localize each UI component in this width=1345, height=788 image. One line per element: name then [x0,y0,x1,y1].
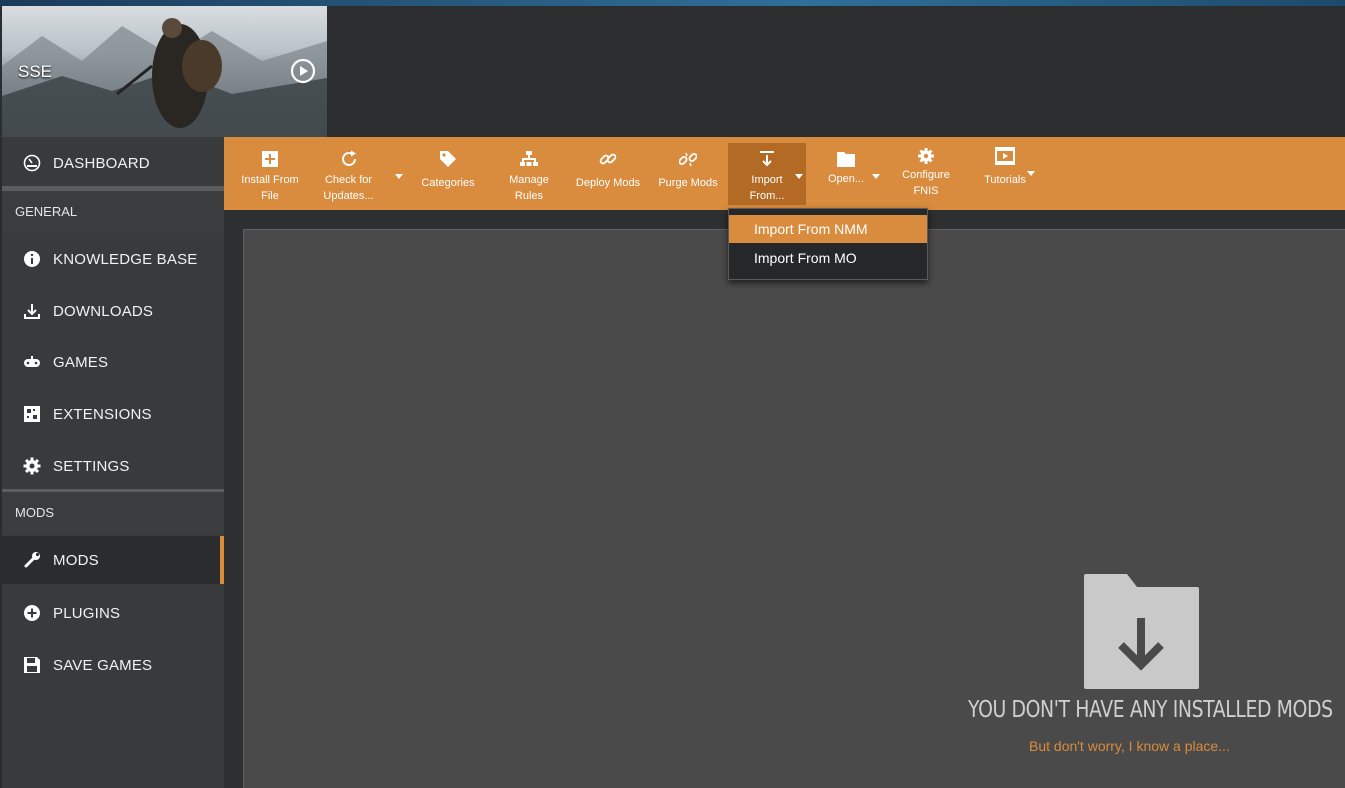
plus-square-icon [260,149,280,169]
button-label: Import [751,174,783,186]
button-label: Purge Mods [658,177,718,189]
button-label: Check for [324,174,373,186]
install-from-file-button[interactable]: Install From File [232,143,308,205]
empty-state-title: YOU DON'T HAVE ANY INSTALLED MODS [968,697,1333,723]
refresh-icon [339,149,359,169]
sidebar-item-label: EXTENSIONS [53,405,152,423]
sidebar-item-label: SETTINGS [53,457,130,475]
check-updates-dropdown-caret[interactable] [395,174,403,179]
sidebar-item-knowledge-base[interactable]: KNOWLEDGE BASE [2,235,224,283]
purge-mods-button[interactable]: Purge Mods [654,143,722,205]
link-icon [598,149,618,169]
mods-toolbar: Install From File Check for Updates... Cat… [224,137,1345,210]
button-label: Manage [509,174,549,186]
game-name: SSE [18,62,53,81]
sidebar-item-label: SAVE GAMES [53,656,153,674]
sidebar-item-label: KNOWLEDGE BASE [53,250,198,268]
gear-icon [916,146,936,166]
sidebar-item-save-games[interactable]: SAVE GAMES [2,641,224,689]
categories-button[interactable]: Categories [414,143,482,205]
unlink-icon [678,149,698,169]
button-label: Updates... [323,190,374,202]
sidebar-item-label: DASHBOARD [53,154,150,172]
sidebar-item-games[interactable]: GAMES [2,338,224,386]
button-label: Rules [514,190,544,202]
sidebar-item-downloads[interactable]: DOWNLOADS [2,287,224,335]
sidebar-item-mods[interactable]: MODS [2,536,224,584]
manage-rules-button[interactable]: Manage Rules [496,143,562,205]
sidebar-item-label: PLUGINS [53,604,121,622]
button-label: From... [749,190,785,202]
menu-item-label: Import From NMM [754,221,868,237]
tag-icon [438,149,458,169]
sidebar-item-dashboard[interactable]: DASHBOARD [2,139,224,187]
section-label: MODS [15,505,54,520]
header-bar: SSE [0,6,1345,137]
sidebar: DASHBOARD GENERAL KNOWLEDGE BASE DOWNLOA… [2,137,224,788]
button-label: FNIS [913,185,939,197]
button-label: Open... [827,173,865,185]
sidebar-item-plugins[interactable]: PLUGINS [2,589,224,637]
tutorials-dropdown-caret[interactable] [1027,171,1035,176]
button-label: Configure [902,169,950,181]
configure-fnis-button[interactable]: Configure FNIS [892,143,960,205]
button-label: Tutorials [984,174,1026,186]
open-button[interactable]: Open... [822,143,870,205]
wrench-icon [22,550,42,570]
section-header-general: GENERAL [2,188,224,234]
open-dropdown-caret[interactable] [872,174,880,179]
import-dropdown-caret[interactable] [795,174,803,179]
section-label: GENERAL [15,204,78,219]
sitemap-icon [519,149,539,169]
button-label: File [261,190,279,202]
gamepad-icon [22,352,42,372]
download-icon [22,301,42,321]
button-label: Deploy Mods [575,177,641,189]
deploy-mods-button[interactable]: Deploy Mods [572,143,644,205]
check-for-updates-button[interactable]: Check for Updates... [316,143,381,205]
menu-item-import-from-nmm[interactable]: Import From NMM [729,215,927,243]
gear-icon [22,456,42,476]
menu-item-label: Import From MO [754,250,857,266]
download-folder-icon [1084,574,1199,689]
game-thumbnail[interactable]: SSE [2,6,327,137]
section-header-mods: MODS [2,489,224,535]
info-icon [22,249,42,269]
import-icon [757,149,777,169]
tutorials-button[interactable]: Tutorials [976,143,1034,205]
sidebar-item-extensions[interactable]: EXTENSIONS [2,390,224,438]
sidebar-item-settings[interactable]: SETTINGS [2,442,224,490]
import-dropdown-menu: Import From NMM Import From MO [728,208,928,280]
extensions-icon [22,404,42,424]
film-icon [995,146,1015,166]
menu-item-import-from-mo[interactable]: Import From MO [729,244,927,272]
sidebar-item-label: MODS [53,551,99,569]
button-label: Categories [421,177,475,189]
plus-circle-icon [22,603,42,623]
sidebar-item-label: DOWNLOADS [53,302,154,320]
button-label: Install From [241,174,299,186]
save-icon [22,655,42,675]
sidebar-item-label: GAMES [53,353,109,371]
play-icon[interactable] [290,58,316,84]
folder-icon [836,149,856,169]
empty-state-link[interactable]: But don't worry, I know a place... [1029,738,1230,754]
dashboard-icon [22,153,42,173]
